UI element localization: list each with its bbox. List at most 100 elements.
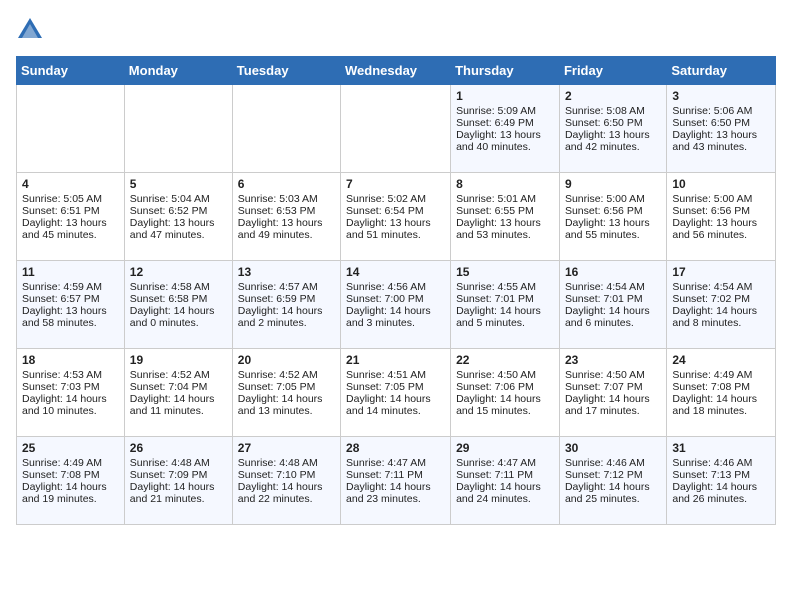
calendar-cell: 28Sunrise: 4:47 AMSunset: 7:11 PMDayligh… (341, 437, 451, 525)
daylight-text: Daylight: 13 hours and 53 minutes. (456, 217, 554, 241)
sunset-text: Sunset: 6:56 PM (672, 205, 770, 217)
sunset-text: Sunset: 6:49 PM (456, 117, 554, 129)
calendar-cell: 24Sunrise: 4:49 AMSunset: 7:08 PMDayligh… (667, 349, 776, 437)
daylight-text: Daylight: 13 hours and 56 minutes. (672, 217, 770, 241)
day-number: 14 (346, 265, 445, 279)
calendar-cell (17, 85, 125, 173)
sunrise-text: Sunrise: 5:00 AM (565, 193, 661, 205)
calendar-cell: 25Sunrise: 4:49 AMSunset: 7:08 PMDayligh… (17, 437, 125, 525)
sunset-text: Sunset: 6:54 PM (346, 205, 445, 217)
calendar-week-2: 4Sunrise: 5:05 AMSunset: 6:51 PMDaylight… (17, 173, 776, 261)
day-number: 20 (238, 353, 335, 367)
sunset-text: Sunset: 7:04 PM (130, 381, 227, 393)
sunrise-text: Sunrise: 4:48 AM (130, 457, 227, 469)
day-number: 29 (456, 441, 554, 455)
daylight-text: Daylight: 14 hours and 13 minutes. (238, 393, 335, 417)
calendar-cell: 9Sunrise: 5:00 AMSunset: 6:56 PMDaylight… (559, 173, 666, 261)
sunset-text: Sunset: 6:50 PM (672, 117, 770, 129)
calendar-cell: 4Sunrise: 5:05 AMSunset: 6:51 PMDaylight… (17, 173, 125, 261)
sunrise-text: Sunrise: 4:47 AM (346, 457, 445, 469)
sunrise-text: Sunrise: 5:01 AM (456, 193, 554, 205)
daylight-text: Daylight: 13 hours and 40 minutes. (456, 129, 554, 153)
daylight-text: Daylight: 14 hours and 17 minutes. (565, 393, 661, 417)
day-number: 18 (22, 353, 119, 367)
day-number: 11 (22, 265, 119, 279)
calendar-cell: 15Sunrise: 4:55 AMSunset: 7:01 PMDayligh… (451, 261, 560, 349)
sunset-text: Sunset: 6:55 PM (456, 205, 554, 217)
sunset-text: Sunset: 7:09 PM (130, 469, 227, 481)
day-number: 31 (672, 441, 770, 455)
calendar-cell: 27Sunrise: 4:48 AMSunset: 7:10 PMDayligh… (232, 437, 340, 525)
daylight-text: Daylight: 13 hours and 45 minutes. (22, 217, 119, 241)
calendar-cell: 6Sunrise: 5:03 AMSunset: 6:53 PMDaylight… (232, 173, 340, 261)
sunset-text: Sunset: 6:58 PM (130, 293, 227, 305)
daylight-text: Daylight: 14 hours and 0 minutes. (130, 305, 227, 329)
calendar-cell: 7Sunrise: 5:02 AMSunset: 6:54 PMDaylight… (341, 173, 451, 261)
day-number: 24 (672, 353, 770, 367)
calendar-cell: 21Sunrise: 4:51 AMSunset: 7:05 PMDayligh… (341, 349, 451, 437)
sunset-text: Sunset: 7:05 PM (346, 381, 445, 393)
sunrise-text: Sunrise: 4:55 AM (456, 281, 554, 293)
calendar-cell: 1Sunrise: 5:09 AMSunset: 6:49 PMDaylight… (451, 85, 560, 173)
daylight-text: Daylight: 14 hours and 19 minutes. (22, 481, 119, 505)
calendar-cell: 3Sunrise: 5:06 AMSunset: 6:50 PMDaylight… (667, 85, 776, 173)
sunset-text: Sunset: 7:10 PM (238, 469, 335, 481)
daylight-text: Daylight: 13 hours and 43 minutes. (672, 129, 770, 153)
daylight-text: Daylight: 13 hours and 42 minutes. (565, 129, 661, 153)
sunset-text: Sunset: 7:05 PM (238, 381, 335, 393)
sunrise-text: Sunrise: 4:50 AM (456, 369, 554, 381)
daylight-text: Daylight: 14 hours and 26 minutes. (672, 481, 770, 505)
sunset-text: Sunset: 7:11 PM (456, 469, 554, 481)
logo (16, 16, 48, 44)
sunset-text: Sunset: 7:13 PM (672, 469, 770, 481)
day-number: 19 (130, 353, 227, 367)
day-header-monday: Monday (124, 57, 232, 85)
sunrise-text: Sunrise: 4:50 AM (565, 369, 661, 381)
sunrise-text: Sunrise: 4:49 AM (672, 369, 770, 381)
daylight-text: Daylight: 14 hours and 8 minutes. (672, 305, 770, 329)
calendar-cell: 20Sunrise: 4:52 AMSunset: 7:05 PMDayligh… (232, 349, 340, 437)
page-header (16, 16, 776, 44)
daylight-text: Daylight: 14 hours and 3 minutes. (346, 305, 445, 329)
day-header-tuesday: Tuesday (232, 57, 340, 85)
day-header-wednesday: Wednesday (341, 57, 451, 85)
sunset-text: Sunset: 7:01 PM (456, 293, 554, 305)
sunset-text: Sunset: 7:11 PM (346, 469, 445, 481)
calendar-week-3: 11Sunrise: 4:59 AMSunset: 6:57 PMDayligh… (17, 261, 776, 349)
sunrise-text: Sunrise: 5:00 AM (672, 193, 770, 205)
sunrise-text: Sunrise: 5:08 AM (565, 105, 661, 117)
calendar-cell: 8Sunrise: 5:01 AMSunset: 6:55 PMDaylight… (451, 173, 560, 261)
sunrise-text: Sunrise: 5:04 AM (130, 193, 227, 205)
sunrise-text: Sunrise: 4:48 AM (238, 457, 335, 469)
daylight-text: Daylight: 13 hours and 55 minutes. (565, 217, 661, 241)
calendar-cell: 22Sunrise: 4:50 AMSunset: 7:06 PMDayligh… (451, 349, 560, 437)
calendar-cell: 26Sunrise: 4:48 AMSunset: 7:09 PMDayligh… (124, 437, 232, 525)
calendar-table: SundayMondayTuesdayWednesdayThursdayFrid… (16, 56, 776, 525)
calendar-cell: 10Sunrise: 5:00 AMSunset: 6:56 PMDayligh… (667, 173, 776, 261)
calendar-cell: 16Sunrise: 4:54 AMSunset: 7:01 PMDayligh… (559, 261, 666, 349)
daylight-text: Daylight: 14 hours and 2 minutes. (238, 305, 335, 329)
daylight-text: Daylight: 14 hours and 6 minutes. (565, 305, 661, 329)
sunrise-text: Sunrise: 4:54 AM (565, 281, 661, 293)
sunrise-text: Sunrise: 4:58 AM (130, 281, 227, 293)
sunrise-text: Sunrise: 4:49 AM (22, 457, 119, 469)
sunset-text: Sunset: 6:52 PM (130, 205, 227, 217)
day-number: 23 (565, 353, 661, 367)
sunset-text: Sunset: 7:06 PM (456, 381, 554, 393)
day-number: 28 (346, 441, 445, 455)
sunset-text: Sunset: 7:07 PM (565, 381, 661, 393)
day-header-friday: Friday (559, 57, 666, 85)
day-number: 3 (672, 89, 770, 103)
calendar-week-4: 18Sunrise: 4:53 AMSunset: 7:03 PMDayligh… (17, 349, 776, 437)
sunset-text: Sunset: 7:00 PM (346, 293, 445, 305)
calendar-cell: 17Sunrise: 4:54 AMSunset: 7:02 PMDayligh… (667, 261, 776, 349)
sunset-text: Sunset: 7:08 PM (22, 469, 119, 481)
calendar-cell: 29Sunrise: 4:47 AMSunset: 7:11 PMDayligh… (451, 437, 560, 525)
daylight-text: Daylight: 14 hours and 5 minutes. (456, 305, 554, 329)
daylight-text: Daylight: 14 hours and 24 minutes. (456, 481, 554, 505)
day-number: 22 (456, 353, 554, 367)
logo-icon (16, 16, 44, 44)
sunrise-text: Sunrise: 4:46 AM (565, 457, 661, 469)
sunset-text: Sunset: 6:59 PM (238, 293, 335, 305)
sunrise-text: Sunrise: 5:05 AM (22, 193, 119, 205)
